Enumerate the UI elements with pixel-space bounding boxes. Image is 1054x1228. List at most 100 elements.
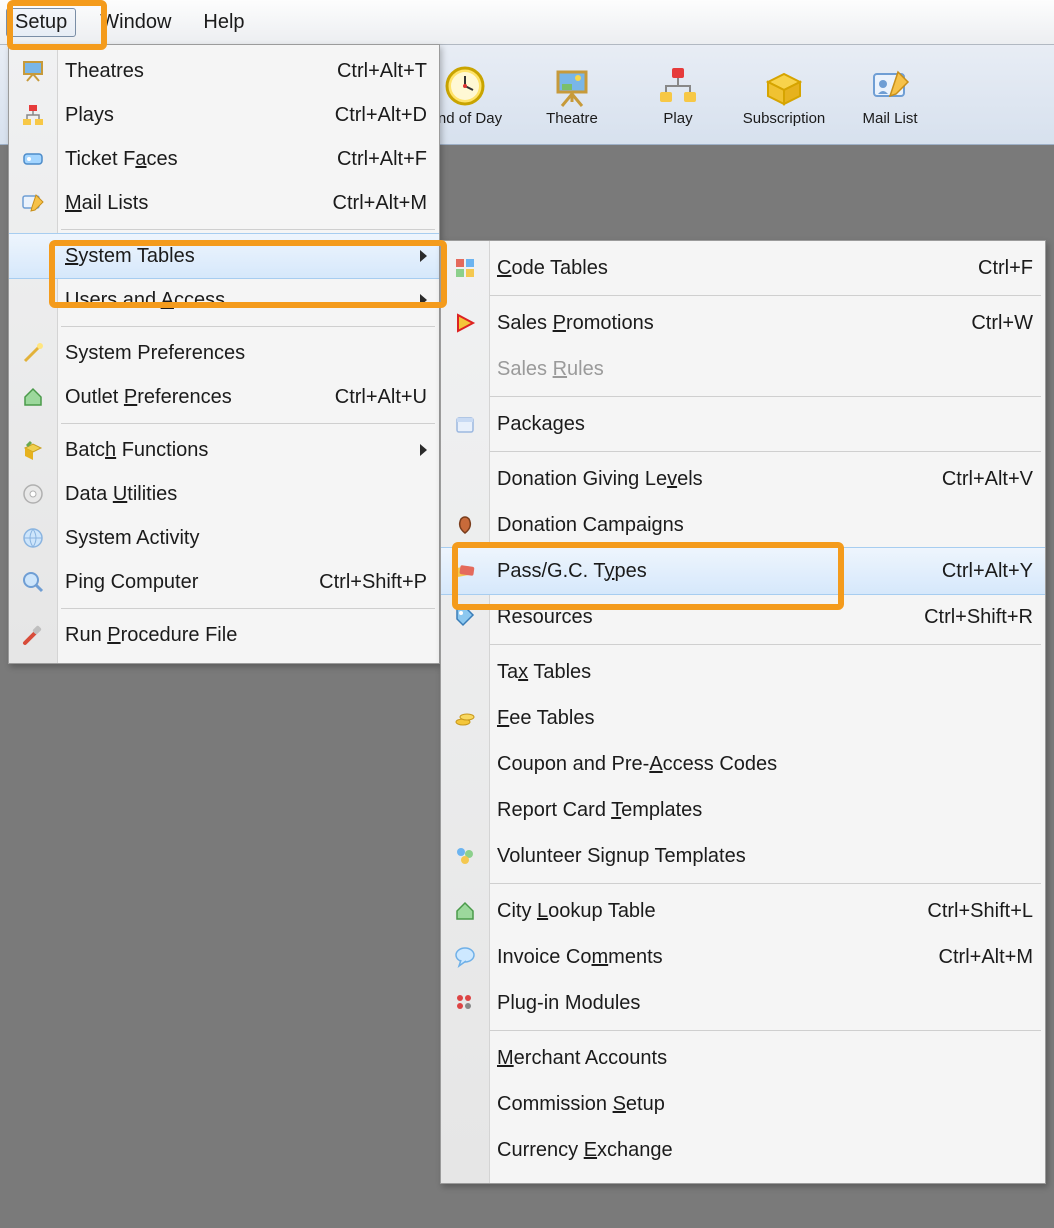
menu-separator [489, 396, 1041, 397]
box-open-icon [19, 436, 47, 464]
menu-separator [61, 229, 435, 230]
menu-label: Mail Lists [65, 192, 313, 215]
menu-accelerator: Ctrl+Alt+V [942, 468, 1033, 491]
menu-label: Volunteer Signup Templates [497, 845, 1033, 868]
menu-setup[interactable]: Setup [6, 8, 76, 37]
menubar: Setup Window Help [0, 0, 1054, 45]
toolbar-mail-list[interactable]: Mail List [846, 62, 934, 127]
menu-accelerator: Ctrl+F [978, 257, 1033, 280]
speech-bubble-icon [451, 943, 479, 971]
menu-separator [489, 451, 1041, 452]
menu-accelerator: Ctrl+Shift+L [927, 900, 1033, 923]
menu-item-outlet-preferences[interactable]: Outlet Preferences Ctrl+Alt+U [9, 375, 439, 419]
menu-separator [61, 423, 435, 424]
menu-label: Coupon and Pre-Access Codes [497, 753, 1033, 776]
menu-item-ping-computer[interactable]: Ping Computer Ctrl+Shift+P [9, 560, 439, 604]
menu-item-batch-functions[interactable]: Batch Functions [9, 428, 439, 472]
menu-accelerator: Ctrl+Shift+P [319, 571, 427, 594]
menu-item-system-preferences[interactable]: System Preferences [9, 331, 439, 375]
grid-icon [451, 254, 479, 282]
menu-item-plays[interactable]: Plays Ctrl+Alt+D [9, 93, 439, 137]
menu-accelerator: Ctrl+Alt+M [939, 946, 1033, 969]
menu-label: Run Procedure File [65, 624, 427, 647]
menu-accelerator: Ctrl+Alt+T [337, 60, 427, 83]
menu-label: System Activity [65, 527, 427, 550]
system-tables-submenu: Code Tables Ctrl+F Sales Promotions Ctrl… [440, 240, 1046, 1184]
menu-item-city-lookup[interactable]: City Lookup Table Ctrl+Shift+L [441, 888, 1045, 934]
hierarchy-icon [654, 62, 702, 110]
menu-item-donation-levels[interactable]: Donation Giving Levels Ctrl+Alt+V [441, 456, 1045, 502]
menu-label: Merchant Accounts [497, 1047, 1033, 1070]
menu-item-volunteer-templates[interactable]: Volunteer Signup Templates [441, 833, 1045, 879]
toolbar-play[interactable]: Play [634, 62, 722, 127]
menu-accelerator: Ctrl+Alt+Y [942, 560, 1033, 583]
menu-item-currency-exchange[interactable]: Currency Exchange [441, 1127, 1045, 1173]
menu-label: Packages [497, 413, 1033, 436]
toolbar-label: Play [663, 110, 692, 127]
menu-label: Fee Tables [497, 707, 1033, 730]
menu-item-report-card-templates[interactable]: Report Card Templates [441, 787, 1045, 833]
submenu-arrow-icon [420, 294, 427, 306]
easel-icon [548, 62, 596, 110]
package-icon [451, 410, 479, 438]
menu-item-resources[interactable]: Resources Ctrl+Shift+R [441, 594, 1045, 640]
menu-item-packages[interactable]: Packages [441, 401, 1045, 447]
house-icon [451, 897, 479, 925]
menu-label: Resources [497, 606, 904, 629]
menu-item-donation-campaigns[interactable]: Donation Campaigns [441, 502, 1045, 548]
menu-item-tax-tables[interactable]: Tax Tables [441, 649, 1045, 695]
menu-item-run-procedure[interactable]: Run Procedure File [9, 613, 439, 657]
play-triangle-icon [451, 309, 479, 337]
screwdriver-icon [19, 621, 47, 649]
menu-item-commission-setup[interactable]: Commission Setup [441, 1081, 1045, 1127]
menu-item-mail-lists[interactable]: Mail Lists Ctrl+Alt+M [9, 181, 439, 225]
menu-label: System Tables [65, 245, 406, 268]
menu-help[interactable]: Help [195, 9, 252, 36]
easel-icon [19, 57, 47, 85]
toolbar-label: Mail List [862, 110, 917, 127]
menu-separator [61, 608, 435, 609]
menu-accelerator: Ctrl+Alt+M [333, 192, 427, 215]
menu-item-code-tables[interactable]: Code Tables Ctrl+F [441, 245, 1045, 291]
menu-label: Batch Functions [65, 439, 406, 462]
menu-label: Code Tables [497, 257, 958, 280]
menu-label: Plays [65, 104, 315, 127]
menu-item-data-utilities[interactable]: Data Utilities [9, 472, 439, 516]
magnifier-globe-icon [19, 568, 47, 596]
tickets-icon [451, 557, 479, 585]
menu-separator [489, 1030, 1041, 1031]
toolbar-subscription[interactable]: Subscription [740, 62, 828, 127]
menu-item-users-access[interactable]: Users and Access [9, 278, 439, 322]
menu-label: Tax Tables [497, 661, 1033, 684]
menu-item-pass-gc-types[interactable]: Pass/G.C. Types Ctrl+Alt+Y [441, 547, 1045, 595]
menu-item-sales-promotions[interactable]: Sales Promotions Ctrl+W [441, 300, 1045, 346]
menu-label: City Lookup Table [497, 900, 907, 923]
menu-item-invoice-comments[interactable]: Invoice Comments Ctrl+Alt+M [441, 934, 1045, 980]
menu-window[interactable]: Window [92, 9, 179, 36]
menu-item-system-tables[interactable]: System Tables [9, 233, 439, 279]
menu-label: Outlet Preferences [65, 386, 315, 409]
menu-item-ticket-faces[interactable]: Ticket Faces Ctrl+Alt+F [9, 137, 439, 181]
modules-icon [451, 989, 479, 1017]
menu-item-coupon-codes[interactable]: Coupon and Pre-Access Codes [441, 741, 1045, 787]
menu-label: Plug-in Modules [497, 992, 1033, 1015]
setup-menu: Theatres Ctrl+Alt+T Plays Ctrl+Alt+D Tic… [8, 44, 440, 664]
menu-item-theatres[interactable]: Theatres Ctrl+Alt+T [9, 49, 439, 93]
wand-icon [19, 339, 47, 367]
menu-label: Ticket Faces [65, 148, 317, 171]
menu-item-system-activity[interactable]: System Activity [9, 516, 439, 560]
menu-label: Theatres [65, 60, 317, 83]
tag-icon [451, 603, 479, 631]
box-icon [760, 62, 808, 110]
house-icon [19, 383, 47, 411]
toolbar-theatre[interactable]: Theatre [528, 62, 616, 127]
menu-item-fee-tables[interactable]: Fee Tables [441, 695, 1045, 741]
coins-icon [451, 704, 479, 732]
menu-label: Sales Rules [497, 358, 1033, 381]
menu-separator [489, 883, 1041, 884]
menu-item-plugin-modules[interactable]: Plug-in Modules [441, 980, 1045, 1026]
menu-label: Report Card Templates [497, 799, 1033, 822]
menu-item-merchant-accounts[interactable]: Merchant Accounts [441, 1035, 1045, 1081]
hierarchy-icon [19, 101, 47, 129]
disc-icon [19, 480, 47, 508]
